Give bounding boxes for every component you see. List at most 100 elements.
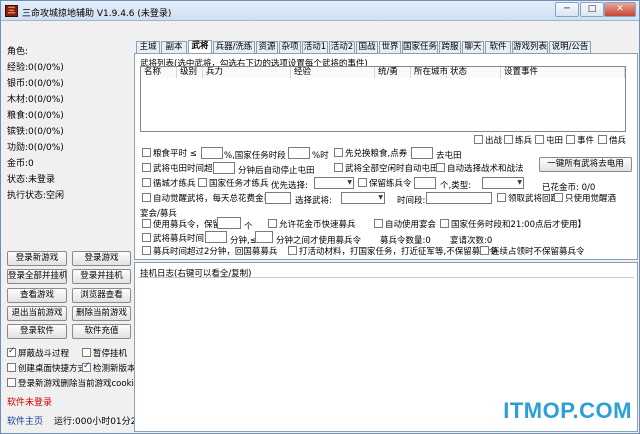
view-game-button[interactable]: 查看游戏 [7,288,67,303]
maximize-button[interactable]: □ [580,2,604,17]
food-normal-input[interactable] [201,147,223,159]
checkbox-box[interactable] [554,193,563,202]
col-city[interactable]: 所在城市 [411,67,448,78]
checkbox-box[interactable] [598,135,607,144]
checkbox-box[interactable] [142,163,151,172]
checkbox-box[interactable] [142,246,151,255]
browser-view-button[interactable]: 浏览器查看 [72,288,131,303]
general-select[interactable] [341,192,385,204]
checkbox-box[interactable] [142,178,151,187]
software-recharge-button[interactable]: 软件充值 [72,324,131,339]
use-recruit-order-checkbox[interactable]: 使用募兵令，保留 [142,219,221,231]
checkbox-box[interactable] [7,378,16,387]
checkbox-box[interactable] [82,348,91,357]
train-checkbox[interactable]: 练兵 [504,135,532,147]
train-in-city-checkbox[interactable]: 循城才练兵 [142,178,196,190]
checkbox-box[interactable] [142,148,151,157]
col-name[interactable]: 名称 [141,67,177,78]
checkbox-box[interactable] [288,246,297,255]
battle-checkbox[interactable]: 出战 [474,135,502,147]
col-troops[interactable]: 兵力 [203,67,291,78]
priority-select[interactable] [314,177,354,189]
food-normal-checkbox[interactable]: 粮食平时 ≤ [142,148,197,160]
checkbox-box[interactable] [436,163,445,172]
train-task-checkbox[interactable]: 国家任务才练兵 [198,178,269,190]
col-exp[interactable]: 经验 [291,67,375,78]
desktop-shortcut-checkbox[interactable]: 创建桌面快捷方式 [7,363,86,375]
checkbox-box[interactable] [142,193,151,202]
pause-hang-checkbox[interactable]: 暂停挂机 [82,348,127,360]
borrow-checkbox[interactable]: 借兵 [598,135,626,147]
banquet-group-title: 宴会/募兵 [140,209,177,219]
auto-tactic-checkbox[interactable]: 自动选择战术和战法 [436,163,524,175]
col-status[interactable]: 状态 [447,67,501,78]
gold-quick-recruit-checkbox[interactable]: 允许花金币快速募兵 [268,219,356,231]
auto-awaken-checkbox[interactable]: 自动觉醒武将，每天总花费金币 ≤ [142,193,282,205]
keep-recruit-input[interactable] [217,217,241,229]
farm-time-checkbox[interactable]: 武将屯田时间超过 [142,163,221,175]
checkbox-box[interactable] [334,163,343,172]
checkbox-box[interactable] [504,135,513,144]
login-all-hang-button[interactable]: 登录全部并挂机 [7,269,67,284]
event-checkbox[interactable]: 事件 [566,135,594,147]
farm-minutes-input[interactable] [213,162,235,174]
block-battle-checkbox[interactable]: 屏蔽战斗过程 [7,346,69,360]
checkbox-box[interactable] [82,361,91,372]
train-order-input[interactable] [414,177,436,189]
checkbox-box[interactable] [7,363,16,372]
checkbox-box[interactable] [142,233,151,242]
checkbox-box[interactable] [480,246,489,255]
software-home-link[interactable]: 软件主页 [7,414,43,427]
keep-train-order-checkbox[interactable]: 保留练兵令 [358,178,412,190]
checkbox-box[interactable] [374,219,383,228]
checkbox-box[interactable] [142,219,151,228]
awaken-wine-only-checkbox[interactable]: 只使用觉醒酒 [554,193,616,205]
checkbox-box[interactable] [7,346,16,357]
check-version-checkbox[interactable]: 检测新版本 [82,361,136,375]
app-icon: 三 [5,5,18,17]
checkbox-label: 使用募兵令，保留 [153,220,222,230]
checkbox-box[interactable] [474,135,483,144]
checkbox-box[interactable] [198,178,207,187]
checkbox-box[interactable] [566,135,575,144]
checkbox-box[interactable] [358,178,367,187]
close-button[interactable]: ✕ [604,2,636,17]
coupon-input[interactable] [411,147,433,159]
col-level[interactable]: 级别 [177,67,203,78]
food-task-input[interactable] [288,147,310,159]
login-software-button[interactable]: 登录软件 [7,324,67,339]
login-new-game-button[interactable]: 登录新游戏 [7,251,67,266]
auto-farm-idle-checkbox[interactable]: 武将全部空闲时自动屯田 [334,163,439,175]
no-keep-recruit-checkbox[interactable]: 打活动材料，打国家任务，打近征军等,不保留募兵令 [288,246,497,258]
minimize-button[interactable]: ─ [555,2,579,17]
auto-banquet-checkbox[interactable]: 自动使用宴会【 [374,219,445,231]
recruit-over-checkbox[interactable]: 募兵时间超过2分钟，回国募募兵 [142,246,277,258]
login-game-button[interactable]: 登录游戏 [72,251,131,266]
checkbox-box[interactable] [334,148,343,157]
farm-checkbox[interactable]: 屯田 [535,135,563,147]
title-bar[interactable]: 三 三命攻城掠地辅助 V1.9.4.6 (未登录) ─ □ ✕ [1,1,639,21]
col-event[interactable]: 设置事件 [501,67,625,78]
checkbox-box[interactable] [268,219,277,228]
checkbox-box[interactable] [497,193,506,202]
exchange-food-checkbox[interactable]: 先兑换粮食,点券 ≤ [334,148,417,160]
awaken-gold-input[interactable] [265,192,291,204]
login-hang-button[interactable]: 登录并挂机 [72,269,131,284]
delete-current-game-button[interactable]: 删除当前游戏 [72,306,131,321]
banquet-time-checkbox[interactable]: 国家任务时段和21:00点后才使用】 [440,219,586,231]
recruit-time-checkbox[interactable]: 武将募兵时间 ≥ [142,233,214,245]
one-click-farm-button[interactable]: 一键所有武将去电用 [539,157,632,172]
col-command[interactable]: 统/勇 [375,67,411,78]
recruit-min-input[interactable] [205,231,227,243]
continuous-occupy-checkbox[interactable]: 连续占领时不保留募兵令 [480,246,585,258]
type-select[interactable] [482,177,524,189]
checkbox-box[interactable] [440,219,449,228]
exit-current-game-button[interactable]: 退出当前游戏 [7,306,67,321]
delete-cookies-checkbox[interactable]: 登录新游戏删除当前游戏cookies [7,378,144,390]
recruit-max-input[interactable] [255,231,273,243]
checkbox-box[interactable] [535,135,544,144]
time-period-input[interactable] [426,192,492,204]
generals-list[interactable]: 名称 级别 兵力 经验 统/勇 所在城市 状态 设置事件 [140,66,626,132]
claim-general-checkbox[interactable]: 领取武将回路 [497,193,559,205]
tab-generals[interactable]: 武将 [188,40,212,54]
